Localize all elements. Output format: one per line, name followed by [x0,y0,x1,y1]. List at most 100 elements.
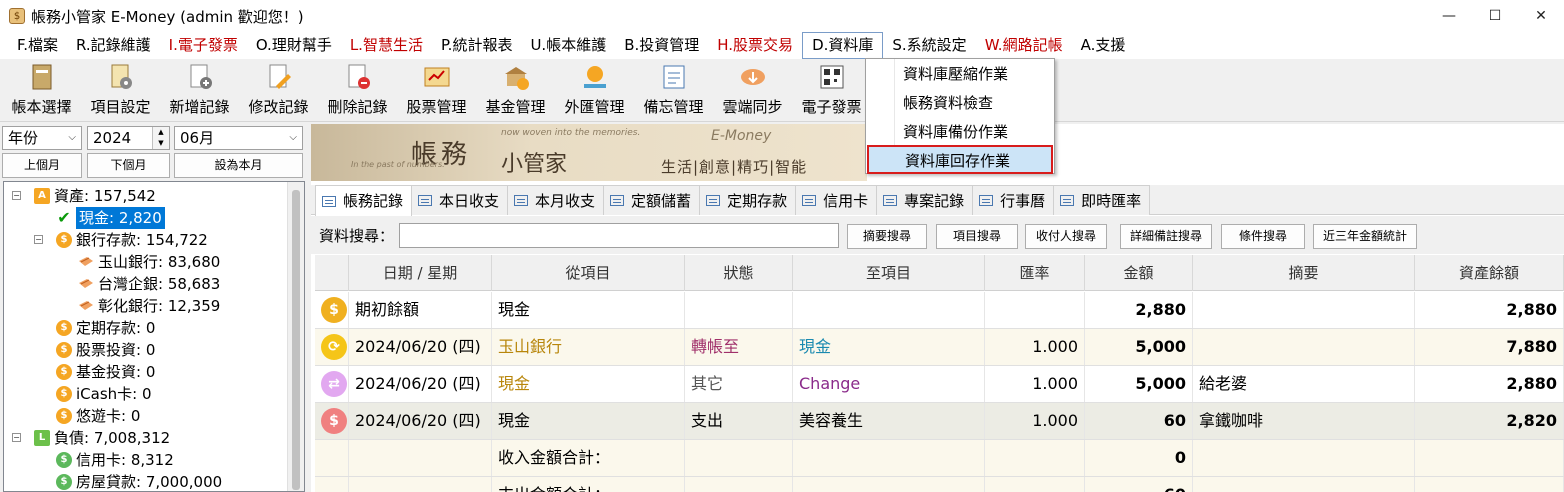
menu-2[interactable]: I.電子發票 [160,33,247,58]
search-button-3[interactable]: 詳細備註搜尋 [1120,224,1212,249]
menu-10[interactable]: S.系統設定 [883,33,975,58]
tree-node-label: 房屋貸款: 7,000,000 [76,473,223,491]
toolbar-button-5[interactable]: 股票管理 [397,59,476,122]
set-current-month-button[interactable]: 設為本月 [174,153,303,178]
grid-header-4[interactable]: 匯率 [985,255,1085,291]
tab-1[interactable]: 本日收支 [411,185,509,215]
menu-11[interactable]: W.網路記帳 [976,33,1072,58]
tree-node-6[interactable]: $ 定期存款: 0 [56,317,155,339]
search-button-5[interactable]: 近三年金額統計 [1313,224,1417,249]
grid-header-3[interactable]: 至項目 [793,255,985,291]
toolbar-button-6[interactable]: 基金管理 [476,59,555,122]
period-mode-select[interactable]: 年份 ⌵ [2,126,82,150]
menu-6[interactable]: U.帳本維護 [521,33,615,58]
grid-header-1[interactable]: 從項目 [492,255,685,291]
tree-node-label: 負債: 7,008,312 [54,429,171,447]
tree-expander[interactable]: − [12,191,21,200]
toolbar-button-10[interactable]: 電子發票 [792,59,871,122]
search-input[interactable] [399,223,839,248]
month-select[interactable]: 06月 ⌵ [174,126,303,150]
tab-6[interactable]: 專案記錄 [876,185,974,215]
tree-node-8[interactable]: $ 基金投資: 0 [56,361,155,383]
menu-8[interactable]: H.股票交易 [708,33,802,58]
menu-12[interactable]: A.支援 [1072,33,1135,58]
grid-header-2[interactable]: 狀態 [685,255,793,291]
tree-node-0[interactable]: A 資產: 157,542 [34,185,156,207]
tree-node-11[interactable]: L 負債: 7,008,312 [34,427,170,449]
tree-node-12[interactable]: $ 信用卡: 8,312 [56,449,174,471]
toolbar-button-1[interactable]: 項目設定 [81,59,160,122]
prev-month-button[interactable]: 上個月 [2,153,82,178]
tree-node-3[interactable]: 玉山銀行: 83,680 [78,251,220,273]
tab-4[interactable]: 定期存款 [699,185,797,215]
table-row[interactable]: 支出金額合計： 60 [315,477,1564,492]
toolbar-button-7[interactable]: 外匯管理 [555,59,634,122]
menu-7[interactable]: B.投資管理 [615,33,708,58]
tree-expander[interactable]: − [12,433,21,442]
cell-from: 現金 [492,403,685,439]
table-row[interactable]: $2024/06/20 (四) 現金 支出 美容養生 1.000 60 拿鐵咖啡 2,820 [315,403,1564,440]
tree-node-7[interactable]: $ 股票投資: 0 [56,339,155,361]
scrollbar-thumb[interactable] [292,190,300,490]
maximize-button[interactable]: ☐ [1472,0,1518,32]
menu-9[interactable]: D.資料庫 [802,32,884,59]
tree-node-label: 現金: 2,820 [76,207,165,229]
tab-7[interactable]: 行事曆 [972,185,1055,215]
search-button-2[interactable]: 收付人搜尋 [1025,224,1107,249]
table-row[interactable]: $ 期初餘額 現金 2,880 2,880 [315,292,1564,329]
dropdown-item-0[interactable]: 資料庫壓縮作業 [867,60,1053,88]
next-month-button[interactable]: 下個月 [87,153,170,178]
tree-node-1[interactable]: ✔ 現金: 2,820 [56,207,165,229]
toolbar-button-label: 雲端同步 [722,98,783,116]
toolbar-button-label: 帳本選擇 [11,98,72,116]
search-bar: 資料搜尋： 摘要搜尋 項目搜尋 收付人搜尋 詳細備註搜尋 條件搜尋 近三年金額統計 [311,216,1564,254]
ledger-icon [26,62,58,92]
tree-expander[interactable]: − [34,235,43,244]
dropdown-item-1[interactable]: 帳務資料檢查 [867,89,1053,117]
year-spinbox[interactable]: 2024 ▲ ▼ [87,126,170,150]
dropdown-item-3[interactable]: 資料庫回存作業 [867,145,1053,174]
cell-from: 玉山銀行 [492,329,685,365]
close-button[interactable]: ✕ [1518,0,1564,32]
search-button-4[interactable]: 條件搜尋 [1221,224,1305,249]
table-row[interactable]: 收入金額合計： 0 [315,440,1564,477]
toolbar-button-2[interactable]: 新增記錄 [160,59,239,122]
tab-0[interactable]: 帳務記錄 [315,185,413,216]
grid-header-0[interactable]: 日期 / 星期 [349,255,492,291]
menu-0[interactable]: F.檔案 [8,33,67,58]
tree-node-2[interactable]: $ 銀行存款: 154,722 [56,229,208,251]
tree-node-4[interactable]: 台灣企銀: 58,683 [78,273,220,295]
tree-scrollbar[interactable] [287,182,304,491]
toolbar-button-0[interactable]: 帳本選擇 [2,59,81,122]
toolbar-button-3[interactable]: 修改記錄 [239,59,318,122]
search-button-0[interactable]: 摘要搜尋 [847,224,927,249]
tree-node-13[interactable]: $ 房屋貸款: 7,000,000 [56,471,223,491]
grid-header-6[interactable]: 摘要 [1193,255,1415,291]
tree-node-10[interactable]: $ 悠遊卡: 0 [56,405,140,427]
menu-5[interactable]: P.統計報表 [432,33,521,58]
table-row[interactable]: ⟳ 2024/06/20 (四) 玉山銀行 轉帳至 現金 1.000 5,000 7,880 [315,329,1564,366]
grid-header-5[interactable]: 金額 [1085,255,1193,291]
coin-icon: $ [56,386,72,402]
toolbar-button-4[interactable]: 刪除記錄 [318,59,397,122]
tab-3[interactable]: 定額儲蓄 [603,185,701,215]
search-button-1[interactable]: 項目搜尋 [936,224,1018,249]
tab-2[interactable]: 本月收支 [507,185,605,215]
tree-node-9[interactable]: $ iCash卡: 0 [56,383,152,405]
spin-arrows-icon[interactable]: ▲ ▼ [152,127,169,149]
grid-header-7[interactable]: 資產餘額 [1415,255,1564,291]
account-tree[interactable]: A 資產: 157,542 − ✔ 現金: 2,820 $ 銀行存款: 154,722 − 玉山… [3,181,305,492]
menu-3[interactable]: O.理財幫手 [247,33,341,58]
dropdown-item-2[interactable]: 資料庫備份作業 [867,118,1053,146]
menu-4[interactable]: L.智慧生活 [341,33,432,58]
toolbar-button-8[interactable]: 備忘管理 [634,59,713,122]
tab-8[interactable]: 即時匯率 [1053,185,1151,215]
menu-1[interactable]: R.記錄維護 [67,33,160,58]
tab-5[interactable]: 信用卡 [795,185,878,215]
toolbar-button-9[interactable]: 雲端同步 [713,59,792,122]
cell-from: 現金 [492,366,685,402]
table-row[interactable]: ⇄ 2024/06/20 (四) 現金 其它 Change 1.000 5,000 給老婆 2,… [315,366,1564,403]
tree-node-5[interactable]: 彰化銀行: 12,359 [78,295,220,317]
minimize-button[interactable]: — [1426,0,1472,32]
money-bag-icon: $ [321,297,347,323]
